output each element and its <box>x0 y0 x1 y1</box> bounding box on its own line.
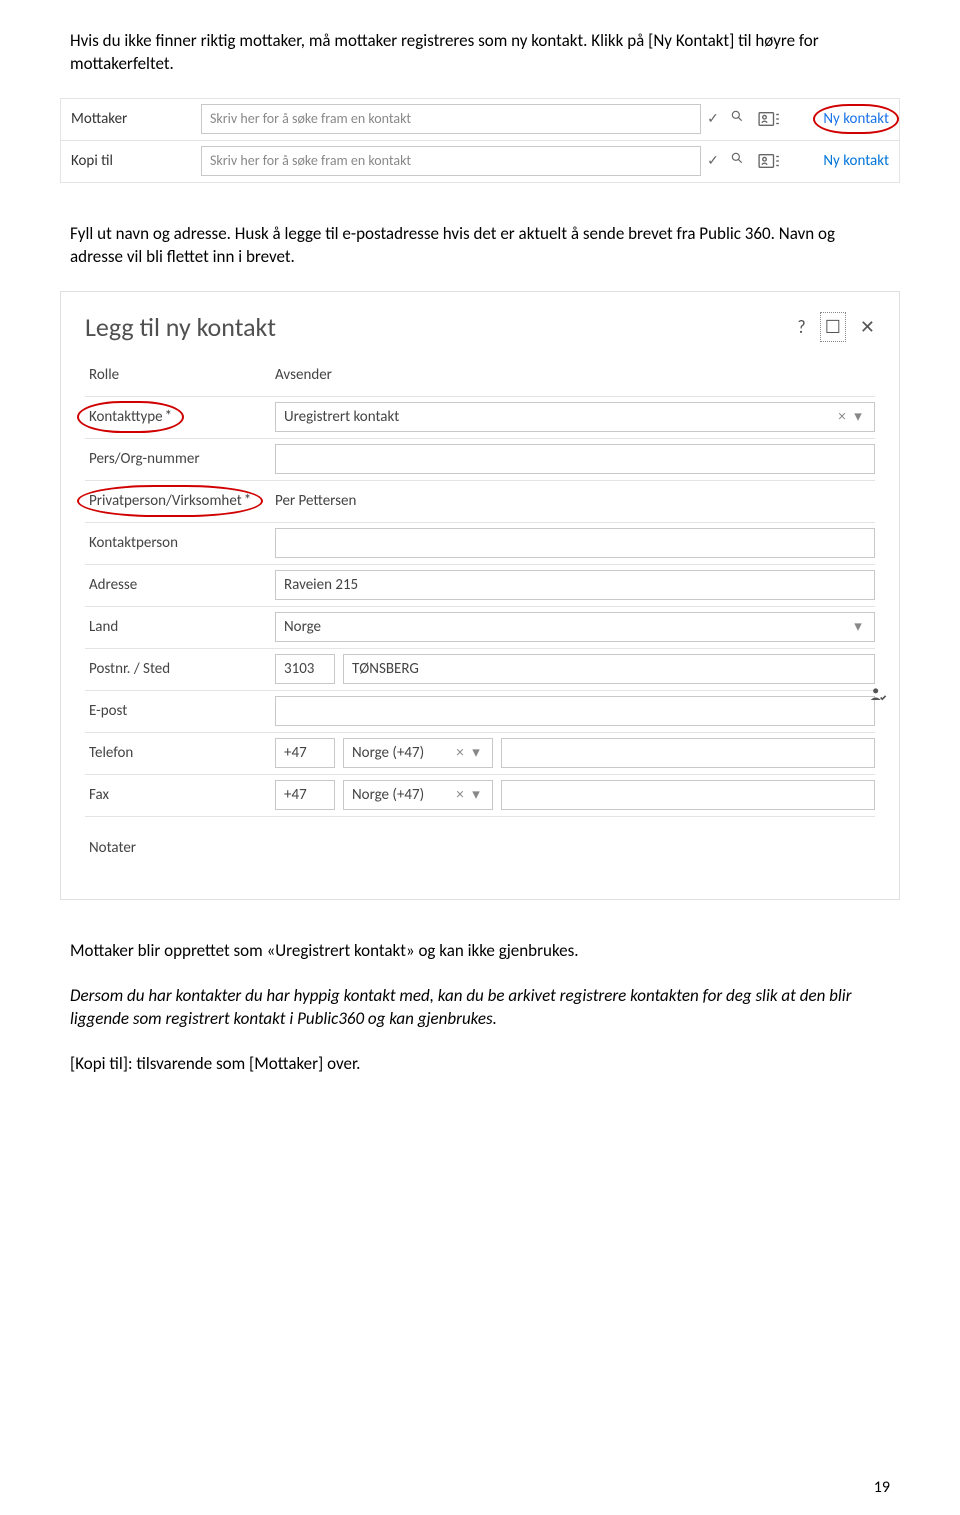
fax-label: Fax <box>85 785 275 805</box>
search-icon[interactable] <box>725 151 749 171</box>
mottaker-row: Mottaker Skriv her for å søke fram en ko… <box>61 99 899 141</box>
mottaker-label: Mottaker <box>61 109 201 129</box>
telefon-prefix[interactable]: +47 <box>275 738 335 768</box>
land-label: Land <box>85 617 275 637</box>
check-icon[interactable]: ✓ <box>701 152 725 171</box>
land-row: Land Norge ▾ <box>85 607 875 649</box>
page-number: 19 <box>874 1477 890 1499</box>
kontaktperson-row: Kontaktperson <box>85 523 875 565</box>
persorg-label: Pers/Org-nummer <box>85 449 275 469</box>
adresse-label: Adresse <box>85 575 275 595</box>
persorg-input[interactable] <box>275 444 875 474</box>
last-paragraph: [Kopi til]: tilsvarende som [Mottaker] o… <box>70 1053 890 1076</box>
rolle-row: Rolle Avsender <box>85 355 875 397</box>
telefon-label: Telefon <box>85 743 275 763</box>
new-contact-highlighted: Ny kontakt <box>823 110 889 128</box>
kontaktperson-input[interactable] <box>275 528 875 558</box>
search-icon[interactable] <box>725 109 749 129</box>
new-contact-link[interactable]: Ny kontakt <box>789 109 899 129</box>
epost-label: E-post <box>85 701 275 721</box>
chevron-down-icon[interactable]: ▾ <box>468 785 484 805</box>
epost-input[interactable] <box>275 696 875 726</box>
italic-paragraph: Dersom du har kontakter du har hyppig ko… <box>70 985 890 1031</box>
postnr-label: Postnr. / Sted <box>85 659 275 679</box>
privatperson-label: Privatperson/Virksomhet* <box>85 491 275 511</box>
notater-label: Notater <box>85 838 275 858</box>
chevron-down-icon[interactable]: ▾ <box>850 407 866 427</box>
intro-paragraph: Hvis du ikke finner riktig mottaker, må … <box>70 30 890 76</box>
kopitil-row: Kopi til Skriv her for å søke fram en ko… <box>61 141 899 183</box>
contact-card-icon[interactable] <box>749 110 789 128</box>
chevron-down-icon[interactable]: ▾ <box>850 617 866 637</box>
adresse-input[interactable]: Raveien 215 <box>275 570 875 600</box>
fax-prefix[interactable]: +47 <box>275 780 335 810</box>
new-contact-link[interactable]: Ny kontakt <box>789 151 899 171</box>
rolle-value: Avsender <box>275 361 875 389</box>
recipient-search-panel: Mottaker Skriv her for å søke fram en ko… <box>60 98 900 183</box>
rolle-label: Rolle <box>85 365 275 385</box>
postnr-input[interactable]: 3103 <box>275 654 335 684</box>
epost-row: E-post <box>85 691 875 733</box>
kopitil-label: Kopi til <box>61 151 201 171</box>
notater-value[interactable] <box>275 844 875 852</box>
privatperson-row: Privatperson/Virksomhet* Per Pettersen <box>85 481 875 523</box>
person-check-icon[interactable] <box>869 685 889 711</box>
kontakttype-row: Kontakttype* Uregistrert kontakt × ▾ <box>85 397 875 439</box>
maximize-icon[interactable]: ☐ <box>820 312 846 342</box>
dialog-title: Legg til ny kontakt <box>85 310 797 345</box>
kontakttype-select[interactable]: Uregistrert kontakt × ▾ <box>275 402 875 432</box>
fax-input[interactable] <box>501 780 875 810</box>
telefon-row: Telefon +47 Norge (+47) × ▾ <box>85 733 875 775</box>
adresse-row: Adresse Raveien 215 <box>85 565 875 607</box>
notater-row: Notater <box>85 817 875 859</box>
fax-row: Fax +47 Norge (+47) × ▾ <box>85 775 875 817</box>
privatperson-value[interactable]: Per Pettersen <box>275 487 875 515</box>
clear-icon[interactable]: × <box>452 743 468 763</box>
telefon-country-select[interactable]: Norge (+47) × ▾ <box>343 738 493 768</box>
telefon-input[interactable] <box>501 738 875 768</box>
add-contact-dialog: Legg til ny kontakt ? ☐ ✕ Rolle Avsender… <box>60 291 900 900</box>
contact-card-icon[interactable] <box>749 152 789 170</box>
help-icon[interactable]: ? <box>797 315 805 339</box>
window-controls: ? ☐ ✕ <box>797 312 875 342</box>
clear-icon[interactable]: × <box>834 407 850 427</box>
kontaktperson-label: Kontaktperson <box>85 533 275 553</box>
mid-paragraph: Fyll ut navn og adresse. Husk å legge ti… <box>70 223 890 269</box>
clear-icon[interactable]: × <box>452 785 468 805</box>
close-icon[interactable]: ✕ <box>860 315 875 339</box>
after-paragraph: Mottaker blir opprettet som «Uregistrert… <box>70 940 890 963</box>
land-select[interactable]: Norge ▾ <box>275 612 875 642</box>
sted-input[interactable]: TØNSBERG <box>343 654 875 684</box>
fax-country-select[interactable]: Norge (+47) × ▾ <box>343 780 493 810</box>
kopitil-search-input[interactable]: Skriv her for å søke fram en kontakt <box>201 146 701 176</box>
kontakttype-label: Kontakttype* <box>85 407 275 427</box>
chevron-down-icon[interactable]: ▾ <box>468 743 484 763</box>
postnr-row: Postnr. / Sted 3103 TØNSBERG <box>85 649 875 691</box>
persorg-row: Pers/Org-nummer <box>85 439 875 481</box>
check-icon[interactable]: ✓ <box>701 110 725 129</box>
mottaker-search-input[interactable]: Skriv her for å søke fram en kontakt <box>201 104 701 134</box>
